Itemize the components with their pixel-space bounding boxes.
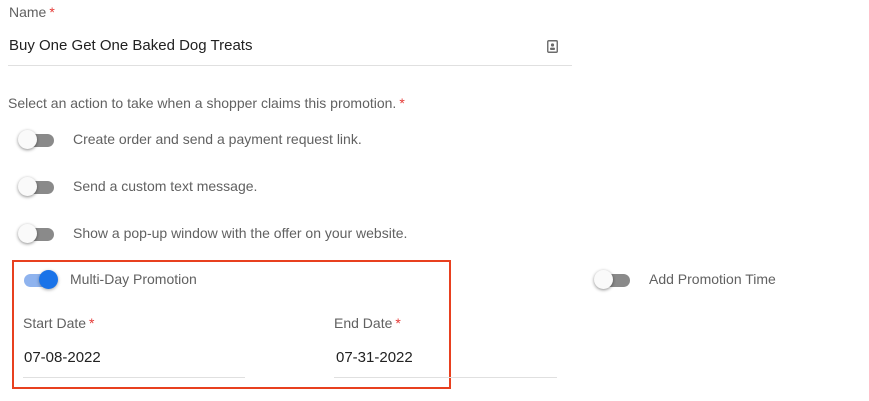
required-mark: * bbox=[395, 315, 401, 331]
create-order-toggle[interactable] bbox=[18, 130, 56, 150]
start-date-label-text: Start Date bbox=[23, 315, 87, 331]
promotion-time-toggle[interactable] bbox=[594, 270, 632, 290]
end-date-input[interactable]: 07-31-2022 bbox=[336, 349, 413, 366]
end-date-label-text: End Date bbox=[334, 315, 393, 331]
popup-window-label: Show a pop-up window with the offer on y… bbox=[73, 225, 408, 241]
toggle-thumb bbox=[39, 270, 58, 289]
multi-day-label: Multi-Day Promotion bbox=[70, 271, 197, 287]
create-order-label: Create order and send a payment request … bbox=[73, 131, 362, 147]
start-date-underline bbox=[23, 377, 245, 378]
toggle-thumb bbox=[18, 224, 37, 243]
multi-day-toggle[interactable] bbox=[20, 270, 58, 290]
end-date-label: End Date * bbox=[334, 315, 401, 331]
contact-card-icon[interactable] bbox=[547, 40, 558, 53]
action-prompt: Select an action to take when a shopper … bbox=[8, 95, 405, 111]
name-field-label: Name * bbox=[9, 4, 55, 20]
custom-text-label: Send a custom text message. bbox=[73, 178, 258, 194]
promotion-time-label: Add Promotion Time bbox=[649, 271, 776, 287]
name-input-underline bbox=[8, 65, 572, 66]
popup-window-toggle[interactable] bbox=[18, 224, 56, 244]
toggle-thumb bbox=[18, 177, 37, 196]
start-date-input[interactable]: 07-08-2022 bbox=[24, 349, 101, 366]
required-mark: * bbox=[49, 4, 55, 20]
name-input[interactable]: Buy One Get One Baked Dog Treats bbox=[9, 37, 252, 54]
end-date-underline bbox=[334, 377, 557, 378]
required-mark: * bbox=[89, 315, 95, 331]
toggle-thumb bbox=[594, 270, 613, 289]
start-date-label: Start Date * bbox=[23, 315, 94, 331]
name-label-text: Name bbox=[9, 4, 47, 20]
toggle-thumb bbox=[18, 130, 37, 149]
action-prompt-text: Select an action to take when a shopper … bbox=[8, 95, 397, 111]
custom-text-toggle[interactable] bbox=[18, 177, 56, 197]
required-mark: * bbox=[399, 95, 405, 111]
